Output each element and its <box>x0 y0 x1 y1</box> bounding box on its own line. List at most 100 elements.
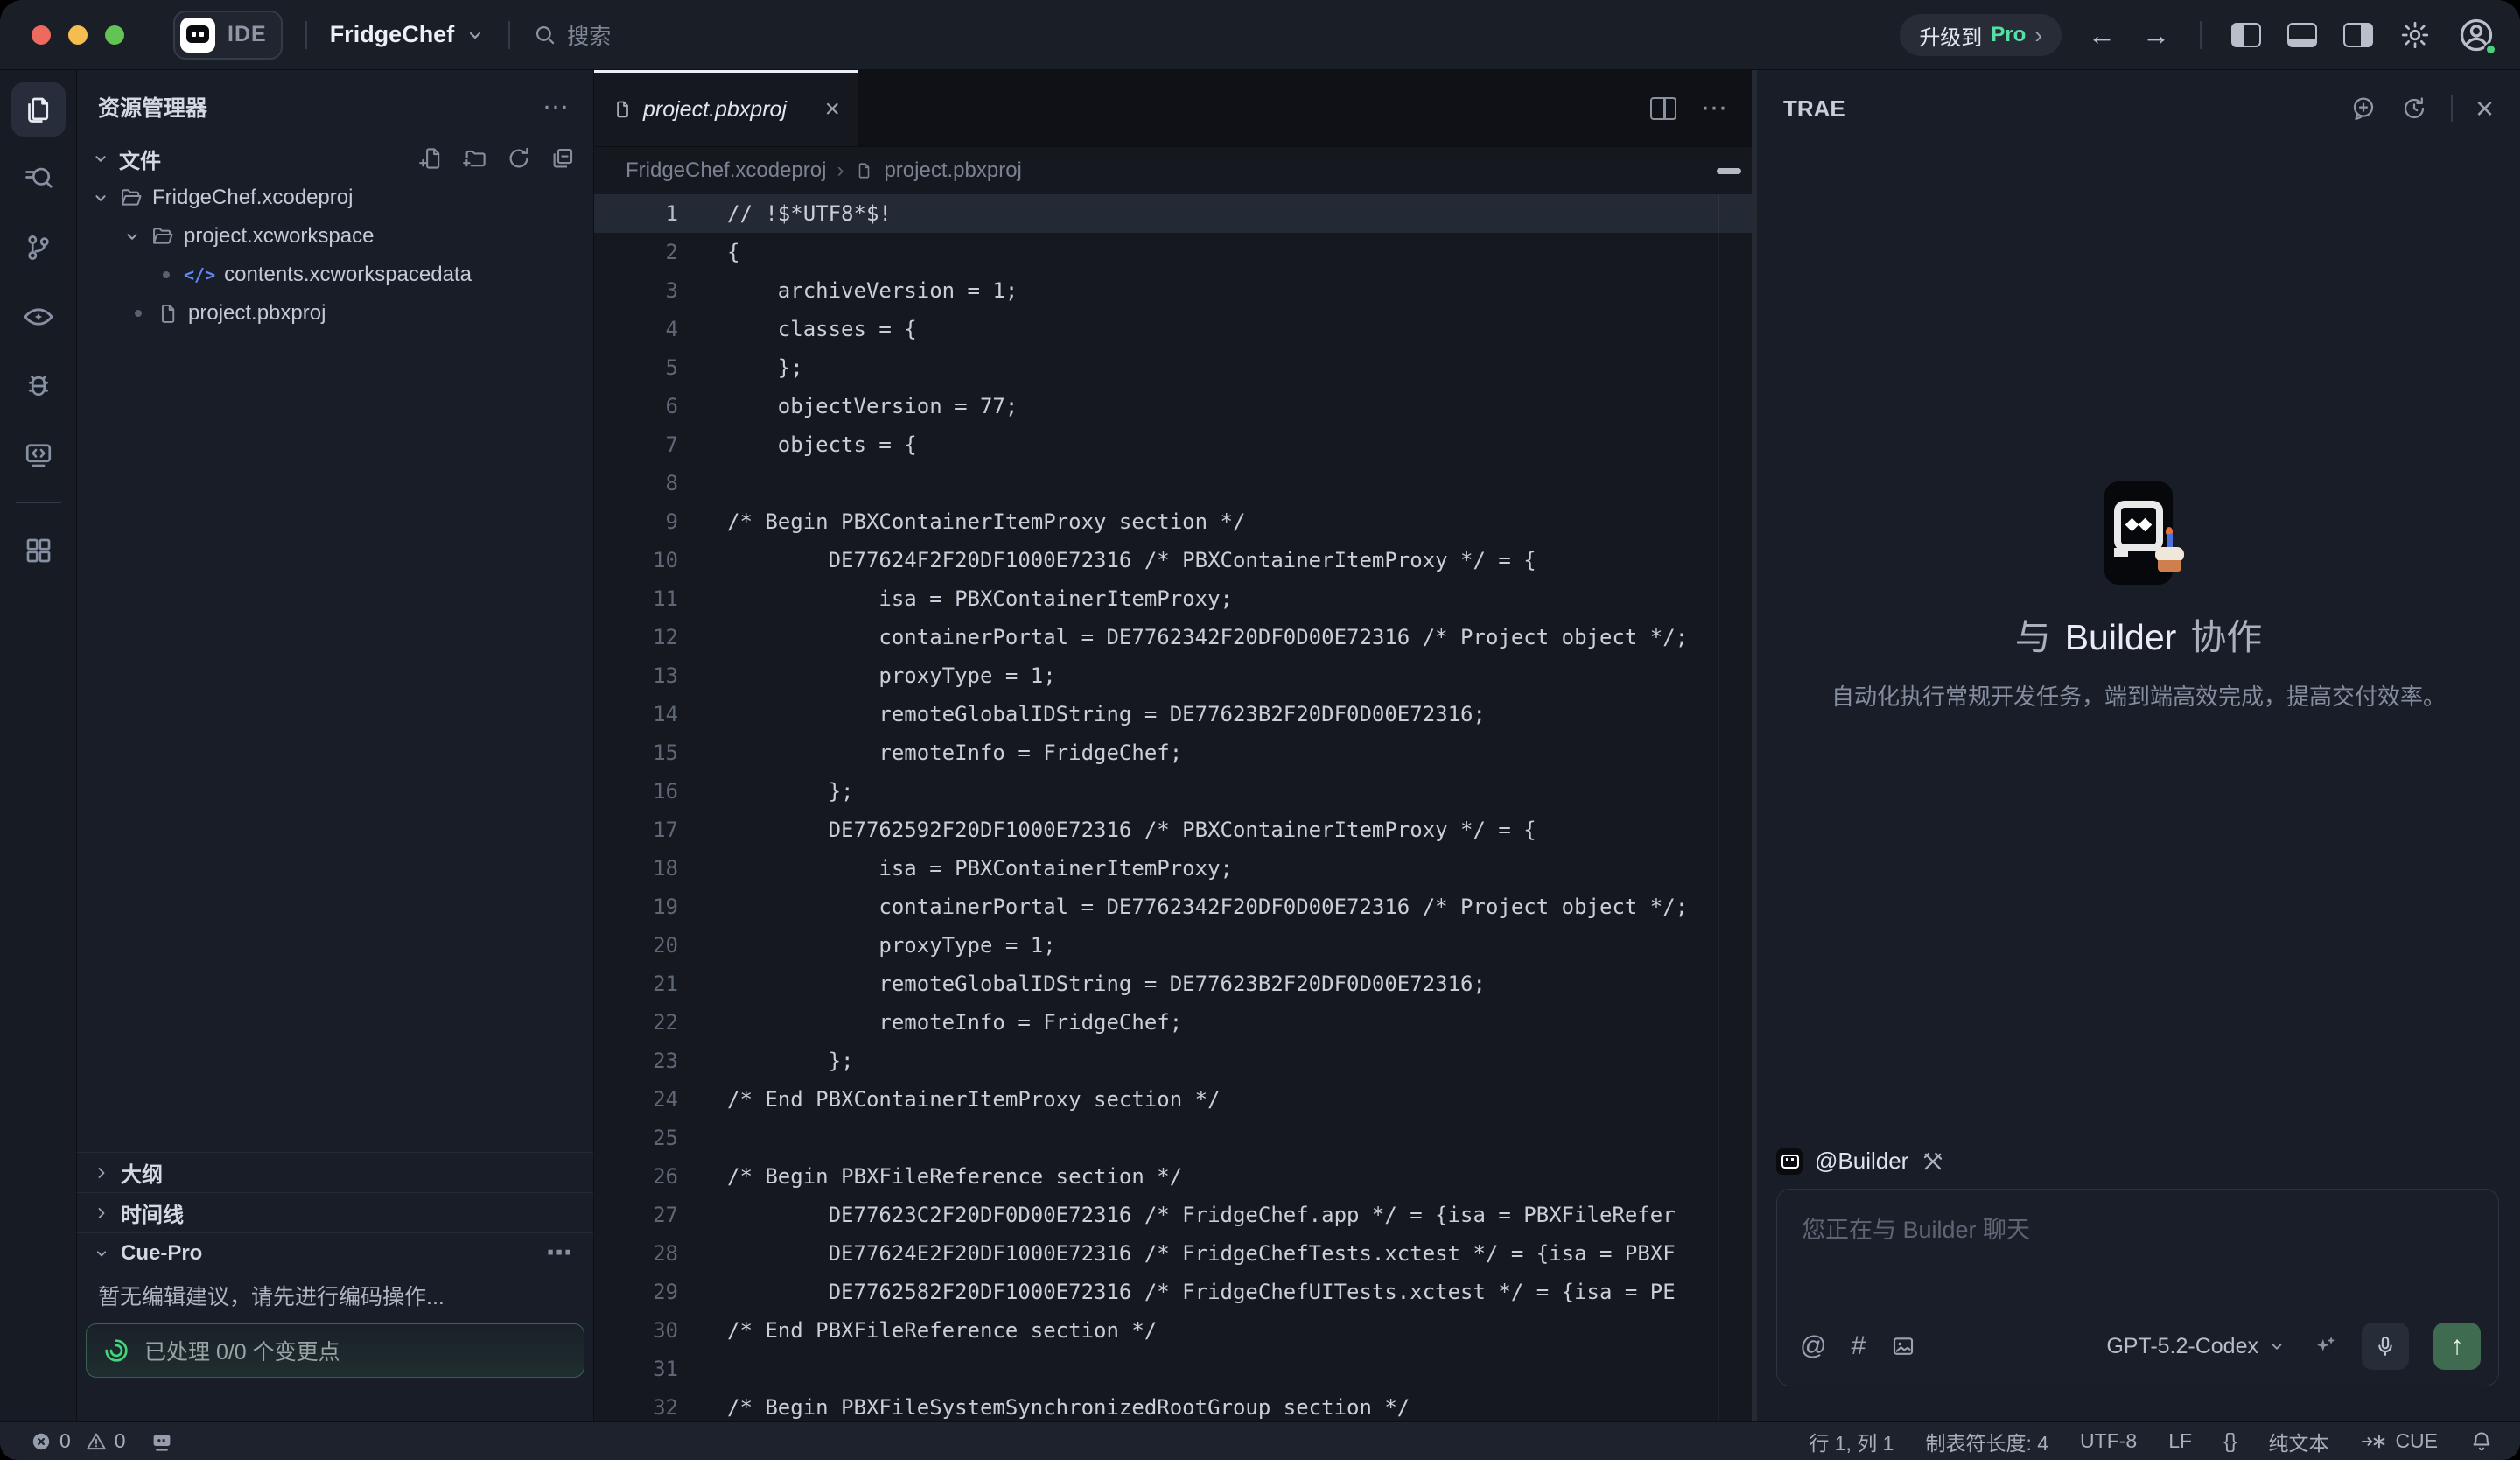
close-tab-button[interactable]: × <box>824 95 840 124</box>
code-line[interactable]: 21 remoteGlobalIDString = DE77623B2F20DF… <box>594 965 1752 1003</box>
tree-item-xcworkspacedata[interactable]: </> contents.xcworkspacedata <box>77 256 593 294</box>
new-folder-icon[interactable] <box>462 145 488 172</box>
code-line[interactable]: 31 <box>594 1350 1752 1388</box>
editor-more-actions-button[interactable]: ⋯ <box>1701 102 1729 115</box>
code-line[interactable]: 29 DE7762582F20DF1000E72316 /* FridgeChe… <box>594 1273 1752 1311</box>
tree-item-pbxproj[interactable]: project.pbxproj <box>77 294 593 333</box>
sidebar-item-search[interactable] <box>11 151 66 206</box>
code-line[interactable]: 22 remoteInfo = FridgeChef; <box>594 1003 1752 1042</box>
close-panel-button[interactable]: × <box>2475 93 2494 124</box>
code-line[interactable]: 18 isa = PBXContainerItemProxy; <box>594 849 1752 888</box>
code-line[interactable]: 6 objectVersion = 77; <box>594 387 1752 425</box>
collapse-all-icon[interactable] <box>550 145 576 172</box>
tab-size-setting[interactable]: 制表符长度: 4 <box>1925 1427 2048 1456</box>
code-line[interactable]: 7 objects = { <box>594 425 1752 464</box>
code-line[interactable]: 23 }; <box>594 1042 1752 1080</box>
tree-item-xcodeproj[interactable]: FridgeChef.xcodeproj <box>77 179 593 217</box>
navigate-forward-button[interactable]: → <box>2142 21 2170 49</box>
agent-chip[interactable]: @Builder <box>1815 1148 1908 1175</box>
ai-assistant-icon[interactable] <box>149 1428 175 1455</box>
chat-input[interactable]: 您正在与 Builder 聊天 @ # GPT-5.2-Codex <box>1776 1189 2499 1386</box>
code-line[interactable]: 5 }; <box>594 348 1752 387</box>
toggle-right-sidebar-button[interactable] <box>2343 23 2373 47</box>
code-line[interactable]: 17 DE7762592F20DF1000E72316 /* PBXContai… <box>594 811 1752 849</box>
navigate-back-button[interactable]: ← <box>2088 21 2116 49</box>
code-line[interactable]: 20 proxyType = 1; <box>594 926 1752 965</box>
user-avatar[interactable] <box>2457 16 2496 54</box>
language-mode[interactable]: 纯文本 <box>2268 1427 2328 1456</box>
code-line[interactable]: 3 archiveVersion = 1; <box>594 271 1752 310</box>
code-line[interactable]: 12 containerPortal = DE7762342F20DF0D00E… <box>594 618 1752 656</box>
code-line[interactable]: 28 DE77624E2F20DF1000E72316 /* FridgeChe… <box>594 1234 1752 1273</box>
cursor-position[interactable]: 行 1, 列 1 <box>1809 1427 1894 1456</box>
tab-project-pbxproj[interactable]: project.pbxproj × <box>594 70 858 146</box>
close-window-button[interactable] <box>32 25 51 45</box>
chevron-down-icon <box>93 1245 110 1262</box>
voice-input-button[interactable] <box>2362 1323 2409 1370</box>
tools-icon[interactable] <box>1921 1149 1945 1174</box>
code-line[interactable]: 19 containerPortal = DE7762342F20DF0D00E… <box>594 888 1752 926</box>
bracket-setting[interactable]: {} <box>2223 1429 2236 1453</box>
code-line[interactable]: 24 /* End PBXContainerItemProxy section … <box>594 1080 1752 1119</box>
code-line[interactable]: 8 <box>594 464 1752 502</box>
timeline-section-header[interactable]: 时间线 <box>77 1192 593 1232</box>
project-switcher[interactable]: FridgeChef <box>330 21 486 48</box>
settings-gear-icon[interactable] <box>2399 19 2431 51</box>
code-line[interactable]: 9 /* Begin PBXContainerItemProxy section… <box>594 502 1752 541</box>
code-line[interactable]: 4 classes = { <box>594 310 1752 348</box>
eol-setting[interactable]: LF <box>2168 1429 2192 1453</box>
code-line[interactable]: 2 { <box>594 233 1752 271</box>
context-tag-button[interactable]: # <box>1851 1331 1866 1361</box>
encoding-setting[interactable]: UTF-8 <box>2080 1429 2137 1453</box>
code-line[interactable]: 27 DE77623C2F20DF0D00E72316 /* FridgeChe… <box>594 1196 1752 1234</box>
editor-scrollbar-thumb[interactable] <box>1717 168 1741 174</box>
notifications-bell-icon[interactable] <box>2469 1429 2494 1454</box>
code-line[interactable]: 25 <box>594 1119 1752 1157</box>
mention-button[interactable]: @ <box>1800 1331 1826 1361</box>
problems-indicator[interactable]: 0 0 <box>30 1429 126 1453</box>
toggle-bottom-panel-button[interactable] <box>2287 23 2317 47</box>
global-search-button[interactable]: 搜索 <box>533 19 611 51</box>
code-line[interactable]: 14 remoteGlobalIDString = DE77623B2F20DF… <box>594 695 1752 734</box>
toggle-left-sidebar-button[interactable] <box>2231 23 2261 47</box>
sidebar-item-explorer[interactable] <box>11 82 66 137</box>
model-selector[interactable]: GPT-5.2-Codex <box>2106 1334 2286 1359</box>
code-line[interactable]: 15 remoteInfo = FridgeChef; <box>594 734 1752 772</box>
breadcrumb-file[interactable]: project.pbxproj <box>884 158 1021 183</box>
sidebar-item-extensions[interactable] <box>11 523 66 578</box>
attach-image-icon[interactable] <box>1890 1333 1916 1359</box>
code-line[interactable]: 11 isa = PBXContainerItemProxy; <box>594 579 1752 618</box>
sidebar-item-debug[interactable] <box>11 359 66 413</box>
code-line[interactable]: 32 /* Begin PBXFileSystemSynchronizedRoo… <box>594 1388 1752 1421</box>
new-file-icon[interactable] <box>418 145 444 172</box>
code-line[interactable]: 16 }; <box>594 772 1752 811</box>
cue-pro-menu-button[interactable]: ⋯ <box>546 1246 574 1260</box>
cue-toggle[interactable]: CUE <box>2360 1429 2438 1453</box>
tree-item-xcworkspace[interactable]: project.xcworkspace <box>77 217 593 256</box>
zoom-window-button[interactable] <box>105 25 124 45</box>
cue-pro-section-header[interactable]: Cue-Pro ⋯ <box>77 1232 593 1273</box>
explorer-menu-button[interactable]: ⋯ <box>542 101 570 114</box>
upgrade-pro-button[interactable]: 升级到 Pro › <box>1900 14 2062 56</box>
minimize-window-button[interactable] <box>68 25 88 45</box>
breadcrumb-parent[interactable]: FridgeChef.xcodeproj <box>626 158 826 183</box>
refresh-icon[interactable] <box>506 145 532 172</box>
code-line[interactable]: 1 // !$*UTF8*$! <box>594 194 1752 233</box>
editor-scrollbar-track[interactable] <box>1718 194 1719 1421</box>
send-button[interactable]: ↑ <box>2433 1323 2481 1370</box>
code-line[interactable]: 30 /* End PBXFileReference section */ <box>594 1311 1752 1350</box>
enhance-sparkle-icon[interactable] <box>2311 1333 2337 1359</box>
files-section-header[interactable]: 文件 <box>77 138 593 179</box>
code-line[interactable]: 26 /* Begin PBXFileReference section */ <box>594 1157 1752 1196</box>
sidebar-item-source-control[interactable] <box>11 221 66 275</box>
sidebar-item-ai-preview[interactable] <box>11 290 66 344</box>
sidebar-item-terminal[interactable] <box>11 428 66 482</box>
code-line[interactable]: 13 proxyType = 1; <box>594 656 1752 695</box>
code-editor[interactable]: 1 // !$*UTF8*$! 2 { 3 archiveVersion = 1… <box>594 194 1752 1421</box>
outline-section-header[interactable]: 大纲 <box>77 1152 593 1192</box>
new-chat-icon[interactable] <box>2349 95 2377 123</box>
breadcrumb[interactable]: FridgeChef.xcodeproj › project.pbxproj <box>594 147 1752 194</box>
split-editor-button[interactable] <box>1650 97 1676 120</box>
code-line[interactable]: 10 DE77624F2F20DF1000E72316 /* PBXContai… <box>594 541 1752 579</box>
history-icon[interactable] <box>2400 95 2428 123</box>
